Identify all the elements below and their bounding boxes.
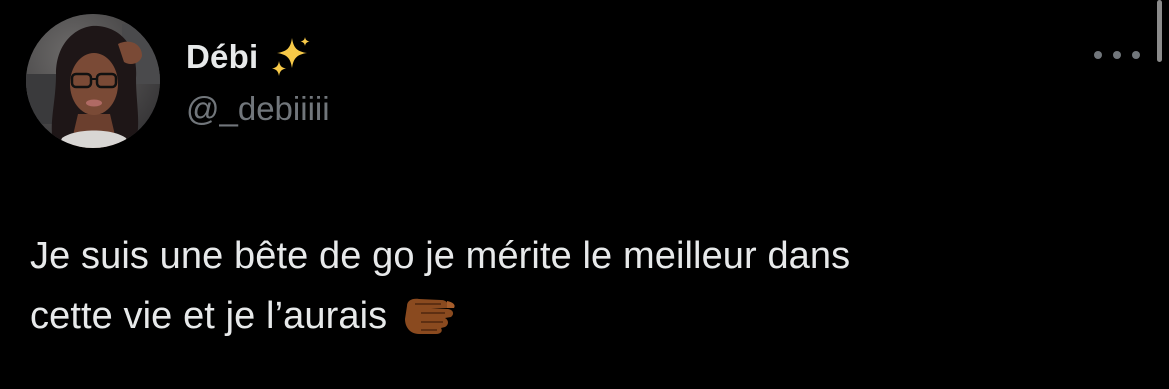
more-horizontal-icon-dot — [1132, 51, 1140, 59]
tweet-text-line-1: Je suis une bête de go je mérite le meil… — [30, 235, 851, 277]
tweet-text-line-2-text: cette vie et je l’aurais — [30, 295, 388, 337]
pointing-fist-icon — [401, 292, 457, 336]
tweet-card: Débi @_debiiiii Je suis une bête de go j… — [0, 0, 1169, 389]
sparkles-icon — [270, 36, 312, 78]
avatar[interactable] — [26, 14, 160, 148]
display-name[interactable]: Débi — [186, 38, 258, 76]
more-options-button[interactable] — [1094, 42, 1140, 68]
more-horizontal-icon-dot — [1113, 51, 1121, 59]
tweet-text-line-2: cette vie et je l’aurais — [30, 286, 1140, 346]
user-handle[interactable]: @_debiiiii — [186, 90, 330, 128]
avatar-photo — [26, 14, 160, 148]
tweet-text: Je suis une bête de go je mérite le meil… — [30, 226, 1140, 346]
scrollbar[interactable] — [1157, 0, 1162, 62]
display-name-row: Débi — [186, 34, 312, 80]
more-horizontal-icon — [1094, 51, 1102, 59]
